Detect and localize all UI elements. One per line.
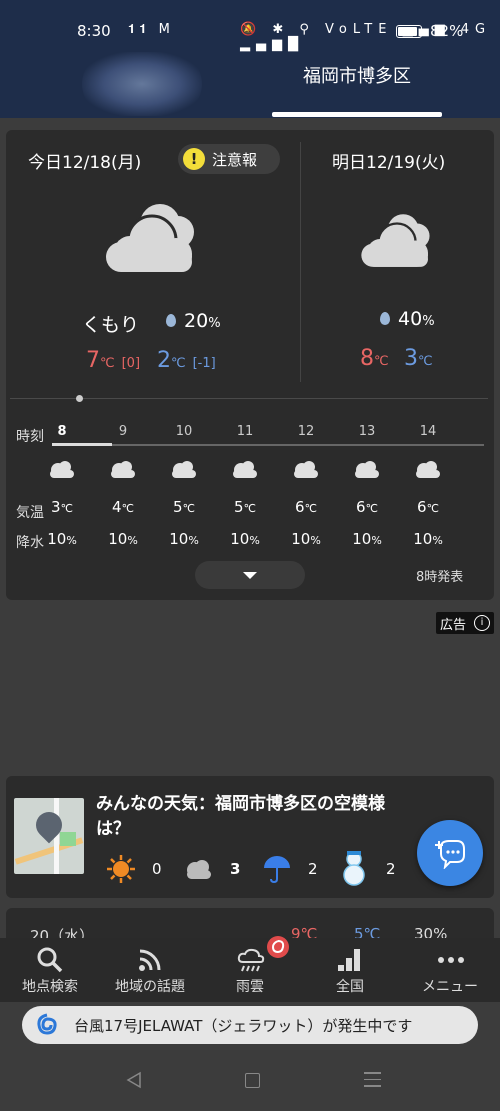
hour-precip: 10% [169, 530, 199, 548]
hour-precip: 10% [47, 530, 77, 548]
warning-button[interactable]: ! 注意報 [178, 144, 280, 174]
warning-label: 注意報 [212, 151, 258, 169]
hour-label: 14 [419, 424, 437, 439]
cloud-icon [172, 461, 196, 478]
today-title: 今日12/18(月) [28, 153, 142, 173]
typhoon-toast[interactable]: 台風17号JELAWAT（ジェラワット）が発生中です [22, 1006, 478, 1044]
divider [300, 142, 301, 382]
today-high: 7℃ [0] [86, 348, 141, 373]
hour-precip: 10% [108, 530, 138, 548]
tomorrow-precip: 40% [398, 308, 435, 330]
cloud-icon [416, 461, 440, 478]
cloud-icon [294, 461, 318, 478]
rss-icon [139, 949, 161, 971]
status-bar: 8:30 𝟏𝟏 M 🔕 ✱ ⚲ VoLTE ▂▄▆ 4G ▂▄▆█ 82% [0, 20, 500, 52]
system-nav-bar [0, 1044, 500, 1111]
cloud-icon [355, 461, 379, 478]
umbrella-count: 2 [308, 860, 318, 878]
battery-icon [396, 25, 425, 38]
toast-text: 台風17号JELAWAT（ジェラワット）が発生中です [74, 1017, 413, 1035]
nav-label: 雨雲 [236, 979, 264, 995]
notification-icons: 𝟏𝟏 M [128, 22, 174, 37]
hour-temp: 6℃ [356, 498, 378, 516]
community-title: みんなの天気：福岡市博多区の空模様は？ [96, 794, 385, 839]
nav-label: 地点検索 [22, 979, 78, 995]
cloud-icon [187, 860, 211, 879]
tab-active-indicator [272, 112, 442, 117]
nav-label: 地域の話題 [115, 979, 185, 995]
raindrop-icon [380, 312, 390, 325]
expand-button[interactable] [195, 561, 305, 589]
issued-time: 8時発表 [416, 570, 464, 585]
tomorrow-high: 8℃ [360, 346, 389, 371]
info-icon: i [474, 615, 490, 631]
scroll-indicator [76, 395, 83, 402]
today-condition: くもり [82, 314, 140, 336]
post-weather-button[interactable] [417, 820, 483, 886]
nav-local-topics[interactable]: 地域の話題 [100, 938, 200, 1002]
sun-count: 0 [152, 860, 162, 878]
today-precip: 20% [184, 310, 221, 332]
hour-temp: 6℃ [417, 498, 439, 516]
sun-icon [107, 855, 135, 883]
stairs-icon [338, 949, 360, 971]
cloud-icon [106, 204, 194, 272]
hour-precip: 10% [230, 530, 260, 548]
typhoon-badge-icon [267, 936, 289, 958]
hour-precip: 10% [413, 530, 443, 548]
map-thumbnail [14, 798, 84, 874]
status-time: 8:30 [77, 22, 111, 40]
snowman-count: 2 [386, 860, 396, 878]
hour-label: 11 [236, 424, 254, 439]
today-low: 2℃ [-1] [157, 348, 216, 373]
snowman-icon [343, 851, 365, 886]
forecast-card: 今日12/18(月) ! 注意報 明日12/19(火) くもり 20% 7℃ [… [6, 130, 494, 600]
nav-menu[interactable]: メニュー [400, 938, 500, 1002]
hour-label: 9 [118, 424, 128, 439]
cloud-icon [361, 214, 430, 267]
hour-temp: 3℃ [51, 498, 73, 516]
hour-scroll-track [52, 443, 484, 446]
raindrop-icon [166, 314, 176, 327]
more-icon [438, 957, 464, 963]
cloud-icon [111, 461, 135, 478]
tab-location[interactable]: 福岡市博多区 [272, 62, 442, 88]
hour-temp: 5℃ [173, 498, 195, 516]
nav-label: メニュー [422, 979, 478, 995]
cloud-count: 3 [230, 860, 241, 878]
recents-icon[interactable] [364, 1072, 381, 1092]
hour-temp: 4℃ [112, 498, 134, 516]
hour-precip: 10% [352, 530, 382, 548]
rain-cloud-icon [237, 948, 265, 972]
nav-nationwide[interactable]: 全国 [300, 938, 400, 1002]
tomorrow-title: 明日12/19(火) [332, 153, 446, 173]
hour-temp: 5℃ [234, 498, 256, 516]
hour-precip: 10% [291, 530, 321, 548]
hour-label: 10 [175, 424, 193, 439]
bottom-nav: 地点検索 地域の話題 雨雲 全国 メニュー [0, 938, 500, 1002]
back-icon[interactable] [126, 1071, 142, 1089]
cloud-icon [50, 461, 74, 478]
location-tab-blurred[interactable] [82, 52, 202, 116]
ad-label: 広告 [440, 618, 467, 633]
time-label: 時刻 [16, 429, 44, 445]
cloud-icon [233, 461, 257, 478]
typhoon-icon [37, 1013, 57, 1035]
umbrella-icon [264, 856, 290, 884]
hour-label: 12 [297, 424, 315, 439]
nav-label: 全国 [336, 979, 364, 995]
warning-icon: ! [183, 148, 205, 170]
search-icon [37, 947, 63, 973]
ad-badge[interactable]: 広告 i [436, 612, 494, 634]
hour-label: 13 [358, 424, 376, 439]
hour-temp: 6℃ [295, 498, 317, 516]
home-icon[interactable] [245, 1073, 260, 1088]
hour-label: 8 [57, 424, 67, 439]
tomorrow-low: 3℃ [404, 346, 433, 371]
nav-search[interactable]: 地点検索 [0, 938, 100, 1002]
battery-percent: 82% [430, 22, 464, 40]
chevron-down-icon [243, 572, 257, 579]
add-comment-icon [435, 840, 465, 869]
app-header: 8:30 𝟏𝟏 M 🔕 ✱ ⚲ VoLTE ▂▄▆ 4G ▂▄▆█ 82% 福岡… [0, 0, 500, 118]
